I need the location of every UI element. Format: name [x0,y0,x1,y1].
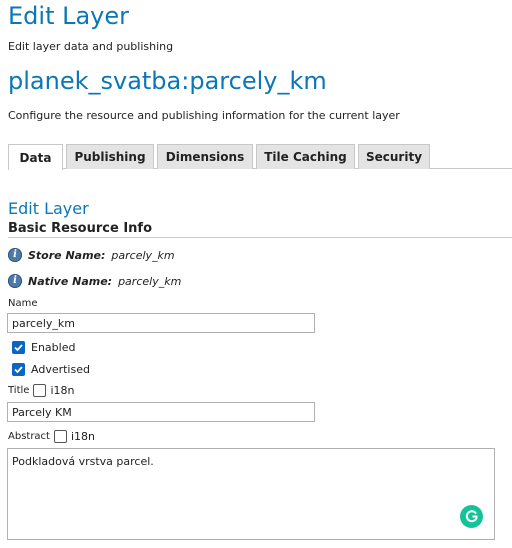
native-name-row: i Native Name: parcely_km [8,273,181,289]
tab-security[interactable]: Security [358,144,430,169]
layer-name-heading: planek_svatba:parcely_km [8,67,327,95]
section-divider [8,237,512,238]
name-field[interactable]: parcely_km [7,313,315,333]
advertised-label: Advertised [31,362,90,376]
enabled-row: Enabled [12,339,75,355]
title-label: Title [8,384,30,396]
tab-bar: Data Publishing Dimensions Tile Caching … [8,144,430,170]
info-icon: i [8,274,22,288]
abstract-i18n-label: i18n [70,429,96,443]
enabled-checkbox[interactable] [12,340,25,354]
page-subtitle: Edit layer data and publishing [8,40,174,53]
info-icon: i [8,248,22,262]
checkmark-icon [14,365,23,373]
page-title: Edit Layer [8,2,130,30]
layer-description: Configure the resource and publishing in… [8,109,400,122]
abstract-label: Abstract [8,430,50,442]
advertised-checkbox[interactable] [12,362,25,376]
native-name-key: Native Name: [28,274,113,288]
section-subtitle: Basic Resource Info [8,221,152,236]
tab-tile-caching[interactable]: Tile Caching [256,144,355,169]
section-title: Edit Layer [8,199,89,218]
checkmark-icon [14,343,23,351]
tab-dimensions[interactable]: Dimensions [157,144,253,169]
tab-data[interactable]: Data [8,144,63,170]
abstract-textarea[interactable]: Podkladová vrstva parcel. [7,448,495,540]
abstract-i18n-checkbox[interactable] [53,429,67,443]
abstract-label-row: Abstract i18n [8,428,95,444]
native-name-value: parcely_km [118,274,182,288]
grammarly-icon[interactable] [460,505,483,528]
title-label-row: Title i18n [8,382,74,398]
store-name-row: i Store Name: parcely_km [8,247,175,263]
enabled-label: Enabled [31,340,76,354]
grammarly-g-icon [465,510,478,523]
title-i18n-checkbox[interactable] [33,383,47,397]
store-name-value: parcely_km [111,248,175,262]
store-name-key: Store Name: [28,248,106,262]
name-label: Name [8,298,38,309]
tab-publishing[interactable]: Publishing [66,144,154,169]
title-field[interactable]: Parcely KM [7,402,315,422]
title-i18n-label: i18n [50,383,75,397]
advertised-row: Advertised [12,361,90,377]
